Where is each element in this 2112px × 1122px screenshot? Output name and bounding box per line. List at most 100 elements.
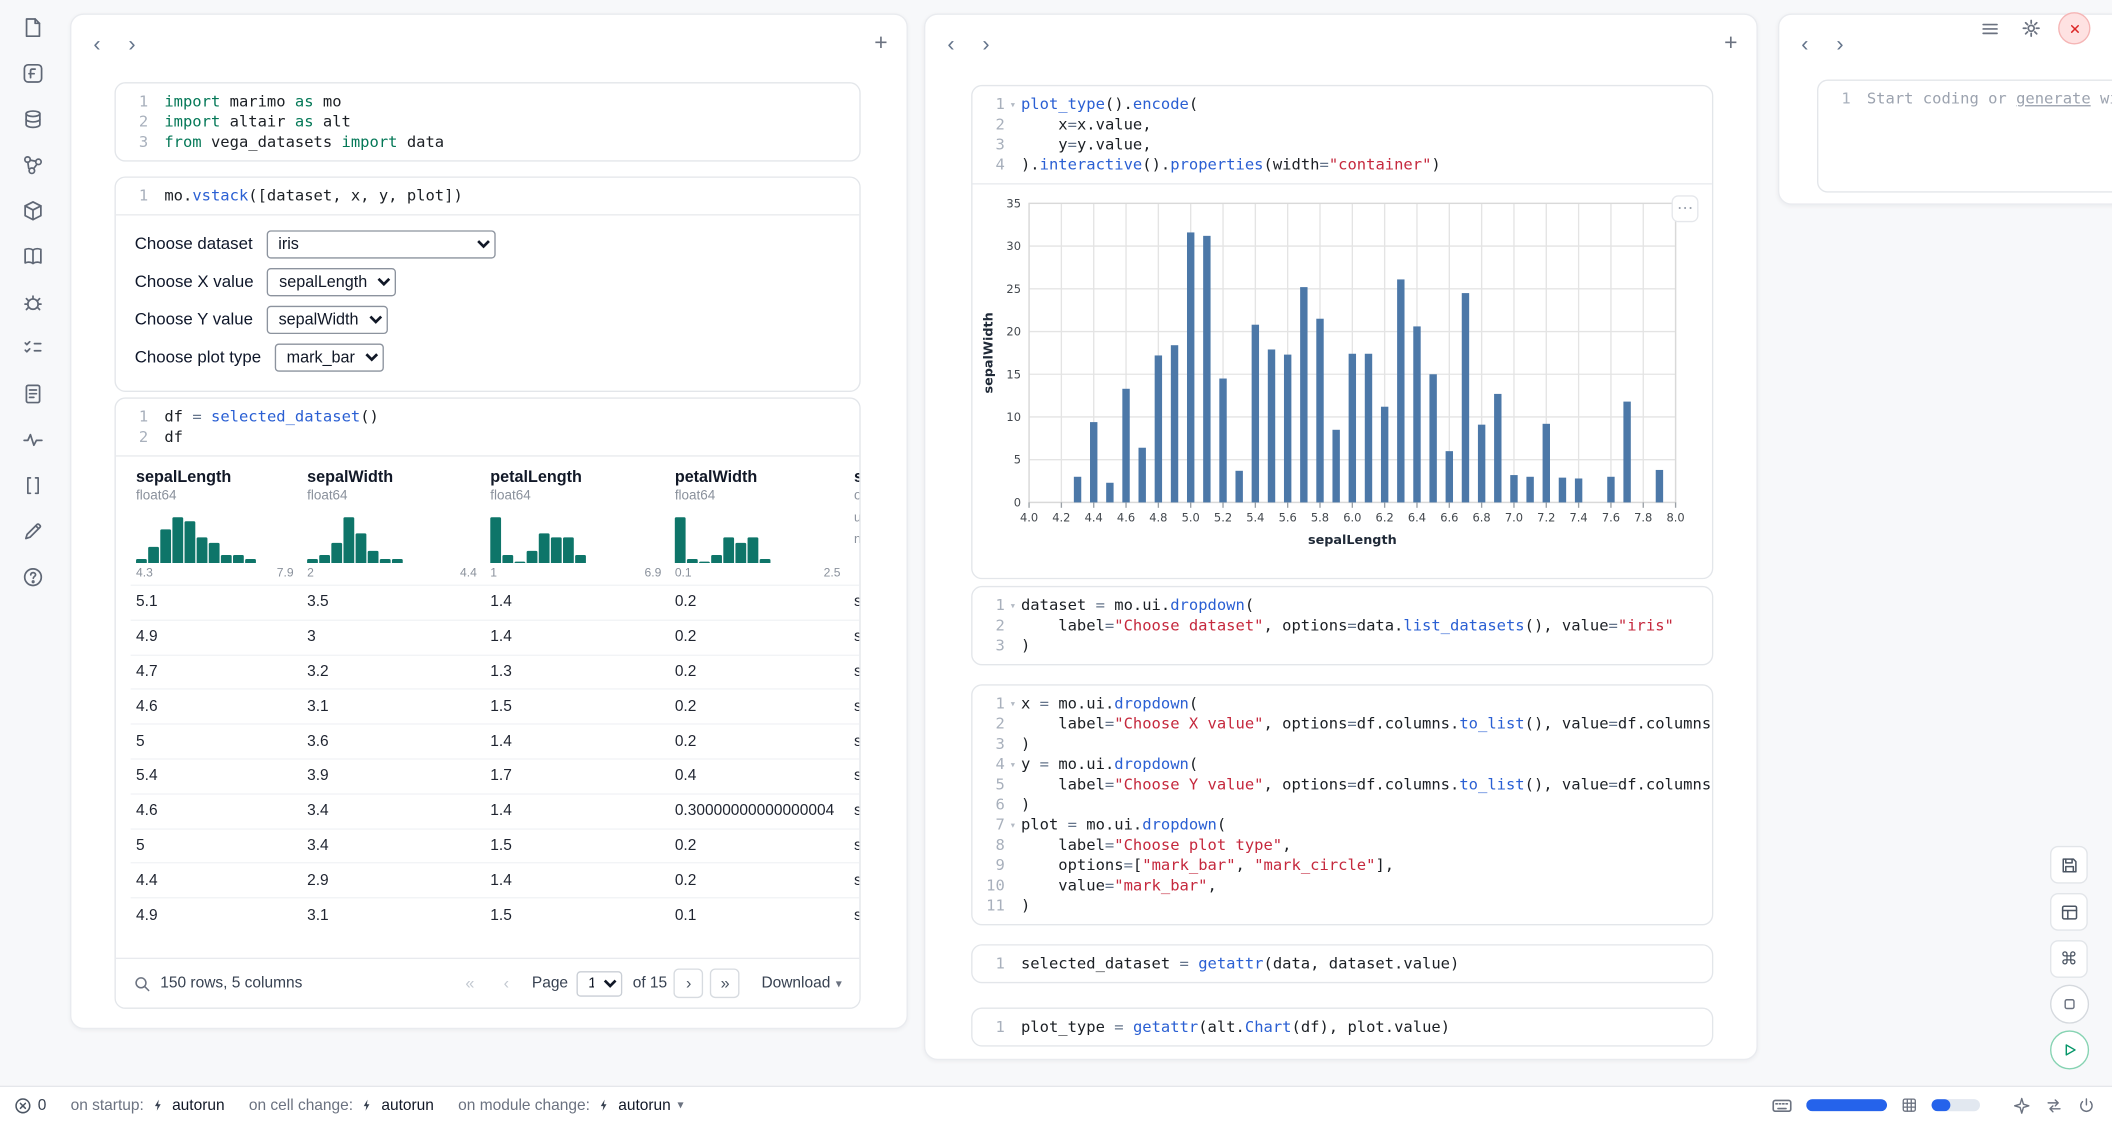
startup-autorun-setting[interactable]: on startup: autorun <box>71 1097 225 1113</box>
table-row[interactable]: 5.43.91.70.4setosa <box>131 758 860 793</box>
svg-text:5.6: 5.6 <box>1279 510 1297 524</box>
stop-icon[interactable] <box>2050 985 2089 1024</box>
code-line: ) <box>1021 734 1030 754</box>
module-change-autorun-setting[interactable]: on module change: autorun ▾ <box>458 1097 683 1113</box>
file-explorer-icon[interactable] <box>12 11 52 43</box>
swap-icon[interactable] <box>2045 1096 2064 1115</box>
fold-chevron-icon <box>1005 616 1021 636</box>
line-number: 1 <box>1818 89 1850 109</box>
table-row[interactable]: 4.63.11.50.2setosa <box>131 689 860 724</box>
svg-text:30: 30 <box>1006 239 1021 253</box>
add-cell-icon[interactable]: + <box>1724 31 1737 55</box>
y-value-dropdown[interactable]: sepalWidth <box>266 305 387 333</box>
cell-change-autorun-setting[interactable]: on cell change: autorun <box>249 1097 434 1113</box>
cell-xy-plot-dropdowns[interactable]: 1▾x = mo.ui.dropdown(2 label="Choose X v… <box>971 684 1713 925</box>
tracing-icon[interactable] <box>12 423 52 455</box>
code-line: y = mo.ui.dropdown( <box>1021 754 1198 774</box>
menu-icon[interactable] <box>1975 13 2005 43</box>
save-icon[interactable] <box>2050 846 2088 884</box>
next-page-button[interactable]: › <box>674 968 704 998</box>
cell-chart[interactable]: 1▾plot_type().encode(2 x=x.value,3 y=y.v… <box>971 85 1713 579</box>
chevron-left-icon[interactable]: ‹ <box>939 34 963 58</box>
code-editor[interactable]: 1 Start coding or generate with AI <box>1818 81 2112 117</box>
table-row[interactable]: 4.42.91.40.2setosa <box>131 863 860 898</box>
code-editor[interactable]: 1import marimo as mo2import altair as al… <box>116 84 860 161</box>
shutdown-close-icon[interactable] <box>2058 12 2090 44</box>
last-page-button[interactable]: » <box>710 968 740 998</box>
search-icon[interactable] <box>133 975 151 993</box>
settings-gear-icon[interactable] <box>2016 13 2046 43</box>
cell-scratch[interactable]: 1 Start coding or generate with AI <box>1817 79 2112 192</box>
chevron-left-icon[interactable]: ‹ <box>1793 34 1817 58</box>
cell-dataset-dropdown[interactable]: 1▾dataset = mo.ui.dropdown(2 label="Choo… <box>971 586 1713 665</box>
output-actions-icon[interactable]: ⋯ <box>1672 195 1699 222</box>
code-editor[interactable]: 1▾plot_type().encode(2 x=x.value,3 y=y.v… <box>972 86 1711 183</box>
altair-chart-output[interactable]: 051015202530354.04.24.44.64.85.05.25.45.… <box>972 185 1711 578</box>
column-header[interactable]: petalLengthfloat6416.9 <box>485 457 670 585</box>
generate-link[interactable]: generate <box>2016 89 2091 108</box>
control-row: Choose plot typemark_bar <box>135 342 841 372</box>
column-histogram <box>307 512 477 563</box>
column-header[interactable]: petalWidthfloat640.12.5 <box>669 457 848 585</box>
code-editor[interactable]: 1plot_type = getattr(alt.Chart(df), plot… <box>972 1009 1711 1045</box>
page-select[interactable]: 1 <box>576 970 622 996</box>
cell-imports[interactable]: 1import marimo as mo2import altair as al… <box>114 82 860 161</box>
command-palette-icon[interactable]: ⌘ <box>2050 940 2088 978</box>
chevron-left-icon[interactable]: ‹ <box>85 34 109 58</box>
cell-selected-dataset[interactable]: 1selected_dataset = getattr(data, datase… <box>971 944 1713 983</box>
add-cell-icon[interactable]: + <box>874 31 887 55</box>
dependency-graph-icon[interactable] <box>12 148 52 180</box>
svg-text:7.8: 7.8 <box>1634 510 1652 524</box>
layout-grid-icon[interactable] <box>2050 893 2088 931</box>
code-editor[interactable]: 1mo.vstack([dataset, x, y, plot]) <box>116 178 860 214</box>
first-page-button[interactable]: « <box>455 968 485 998</box>
packages-icon[interactable] <box>12 194 52 226</box>
code-editor[interactable]: 1▾dataset = mo.ui.dropdown(2 label="Choo… <box>972 587 1711 664</box>
dataset-dropdown[interactable]: iris <box>266 230 495 258</box>
x-value-dropdown[interactable]: sepalLength <box>267 267 396 295</box>
run-icon[interactable] <box>2050 1030 2089 1069</box>
table-row[interactable]: 5.13.51.40.2setosa <box>131 585 860 620</box>
table-row[interactable]: 53.61.40.2setosa <box>131 724 860 759</box>
snippets-icon[interactable] <box>12 515 52 547</box>
line-number: 2 <box>116 112 148 132</box>
cell-vstack[interactable]: 1mo.vstack([dataset, x, y, plot]) Choose… <box>114 176 860 392</box>
chevron-right-icon[interactable]: › <box>120 34 144 58</box>
table-row[interactable]: 53.41.50.2setosa <box>131 828 860 863</box>
column-header[interactable]: sepalLengthfloat644.37.9 <box>131 457 302 585</box>
svg-text:0: 0 <box>1014 495 1021 509</box>
power-icon[interactable] <box>2077 1096 2096 1115</box>
table-row[interactable]: 4.73.21.30.2setosa <box>131 654 860 689</box>
chevron-right-icon[interactable]: › <box>974 34 998 58</box>
errors-icon[interactable] <box>12 286 52 318</box>
table-row[interactable]: 4.63.41.40.30000000000000004setosa <box>131 793 860 828</box>
logs-icon[interactable] <box>12 377 52 409</box>
marimo-file-icon[interactable] <box>12 57 52 89</box>
column-header[interactable]: sepalWidthfloat6424.4 <box>302 457 485 585</box>
documentation-icon[interactable] <box>12 240 52 272</box>
cell-plot-type[interactable]: 1plot_type = getattr(alt.Chart(df), plot… <box>971 1008 1713 1047</box>
fold-chevron-icon <box>148 132 164 152</box>
checklist-icon[interactable] <box>12 331 52 363</box>
status-bar: 0 on startup: autorun on cell change: au… <box>0 1086 2112 1122</box>
prev-page-button[interactable]: ‹ <box>491 968 521 998</box>
bar-chart[interactable]: 051015202530354.04.24.44.64.85.05.25.45.… <box>981 193 1695 551</box>
code-editor[interactable]: 1df = selected_dataset()2df <box>116 399 860 456</box>
plot-type-dropdown[interactable]: mark_bar <box>275 343 384 371</box>
help-icon[interactable] <box>12 560 52 592</box>
code-editor[interactable]: 1selected_dataset = getattr(data, datase… <box>972 946 1711 982</box>
chevron-right-icon[interactable]: › <box>1828 34 1852 58</box>
column-header[interactable]: speciesobjectuniquenulls: <box>849 457 860 585</box>
cell-dataframe[interactable]: 1df = selected_dataset()2df sepalLengthf… <box>114 397 860 1009</box>
code-editor[interactable]: 1▾x = mo.ui.dropdown(2 label="Choose X v… <box>972 686 1711 924</box>
sparkle-icon[interactable] <box>2012 1096 2031 1115</box>
table-row[interactable]: 4.93.11.50.1setosa <box>131 897 860 932</box>
table-row[interactable]: 4.931.40.2setosa <box>131 619 860 654</box>
memory-grid-icon[interactable] <box>1901 1096 1919 1114</box>
download-button[interactable]: Download▾ <box>761 975 841 991</box>
keyboard-icon[interactable] <box>1771 1094 1793 1116</box>
table-summary: 150 rows, 5 columns <box>160 975 302 991</box>
variables-icon[interactable] <box>12 469 52 501</box>
datasets-icon[interactable] <box>12 102 52 134</box>
error-count-indicator[interactable]: 0 <box>13 1096 46 1115</box>
